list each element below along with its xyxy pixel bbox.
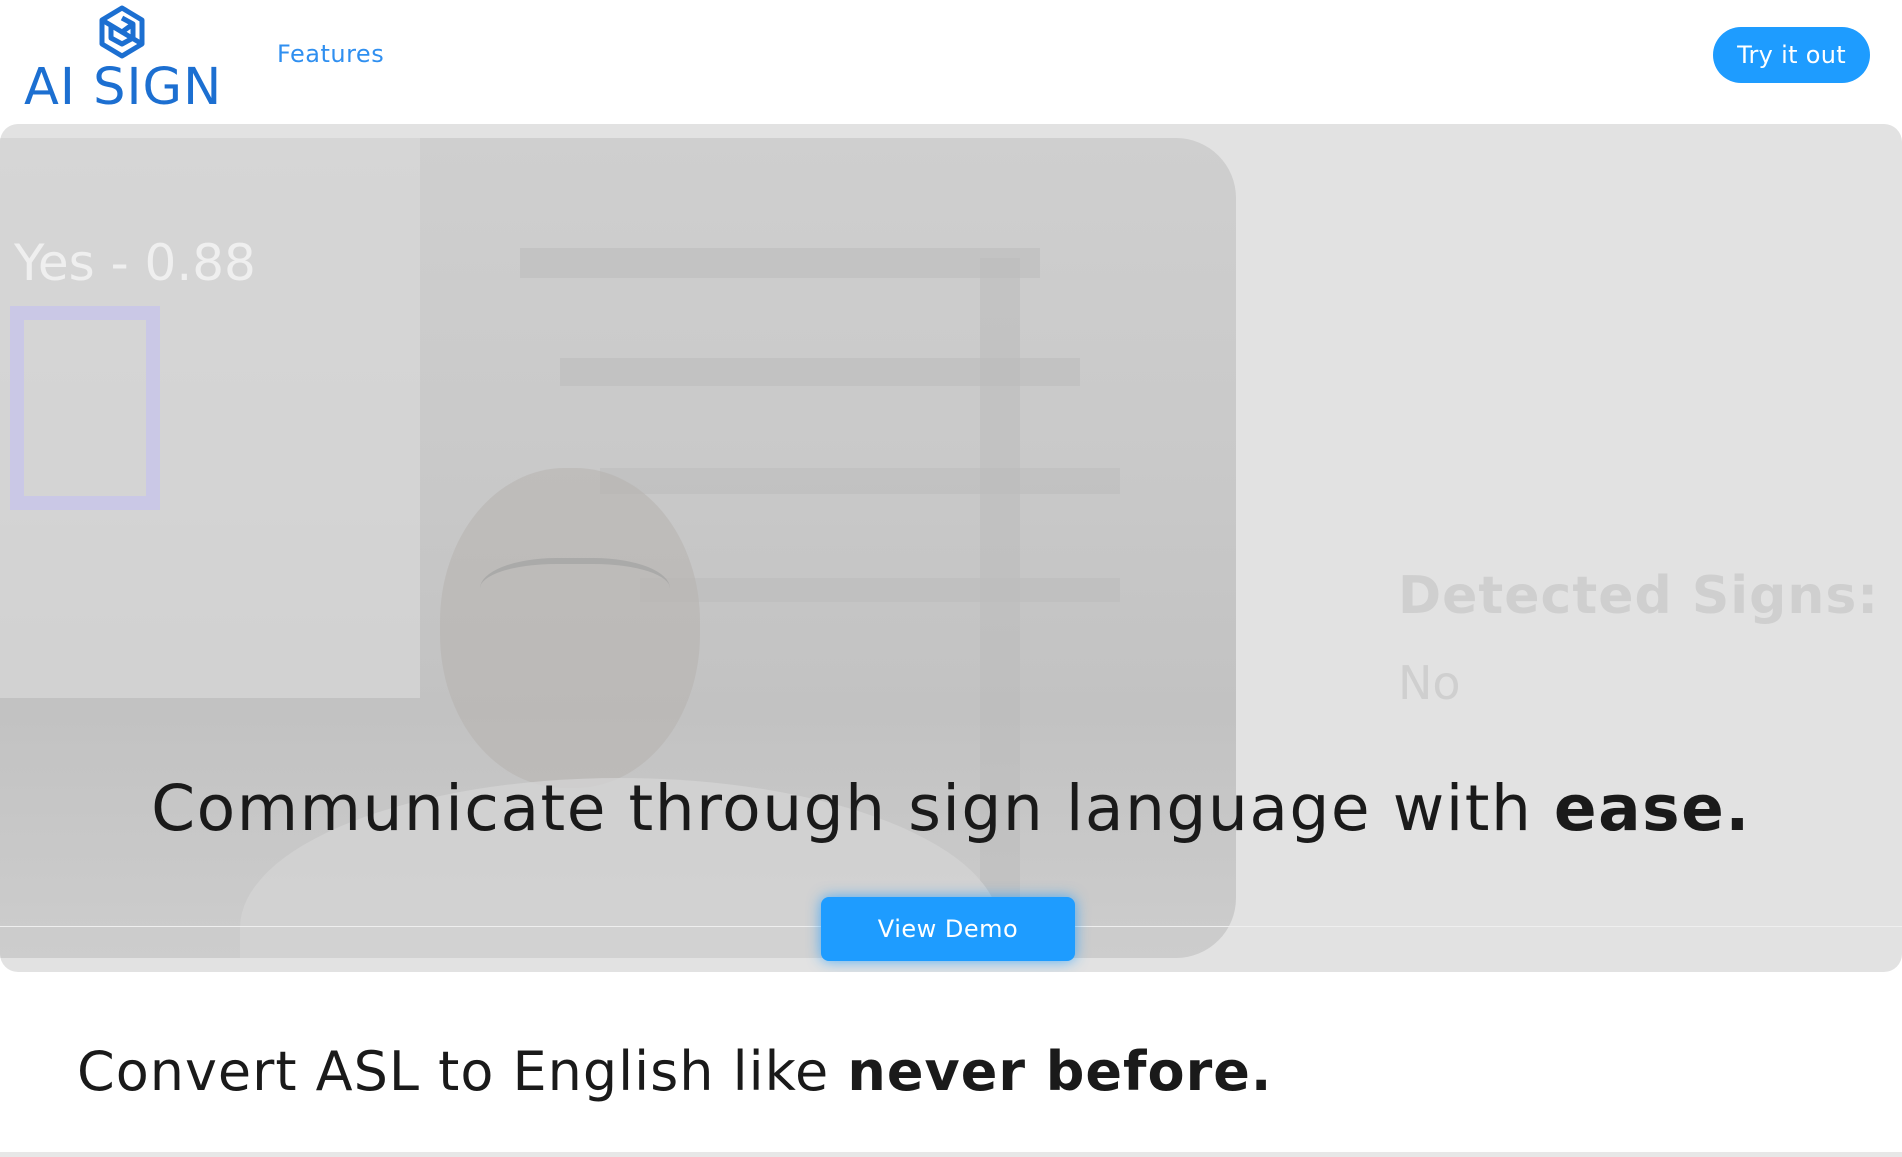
try-it-out-button[interactable]: Try it out <box>1713 27 1870 83</box>
hero-headline: Communicate through sign language with e… <box>0 772 1902 845</box>
hero-headline-text: Communicate through sign language with <box>151 772 1554 845</box>
logo-text: AI SIGN <box>24 58 223 117</box>
site-header: AI SIGN Features Try it out <box>0 0 1902 124</box>
hero-headline-emphasis: ease. <box>1553 772 1751 845</box>
nav-link-features[interactable]: Features <box>277 40 384 68</box>
bottom-divider <box>0 1152 1902 1157</box>
detected-signs-title: Detected Signs: <box>1398 566 1880 626</box>
section-headline-emphasis: never before. <box>847 1040 1273 1103</box>
person-glasses <box>480 558 670 634</box>
detection-bounding-box <box>10 306 160 510</box>
section-headline: Convert ASL to English like never before… <box>77 1040 1272 1103</box>
hexagon-spiral-icon <box>99 5 145 59</box>
view-demo-button[interactable]: View Demo <box>821 897 1075 961</box>
detection-label: Yes - 0.88 <box>14 234 256 292</box>
detected-signs-value: No <box>1398 656 1461 710</box>
section-headline-text: Convert ASL to English like <box>77 1040 848 1103</box>
hero-section: Yes - 0.88 Detected Signs: No Communicat… <box>0 124 1902 972</box>
brand-logo[interactable]: AI SIGN <box>24 4 224 117</box>
